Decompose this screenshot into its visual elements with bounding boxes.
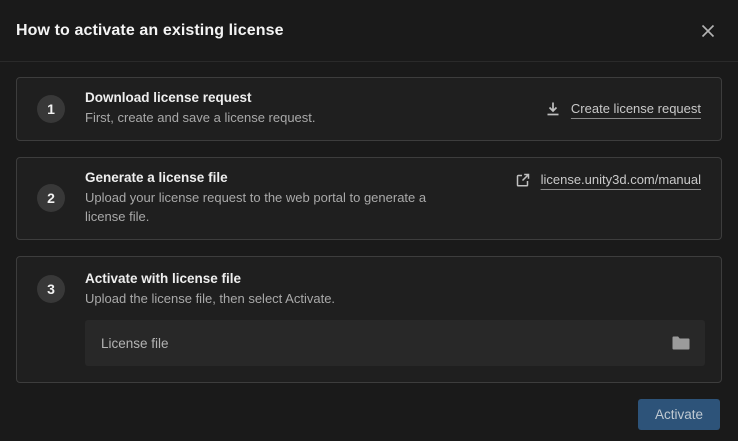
- license-file-placeholder: License file: [101, 336, 671, 351]
- license-portal-label: license.unity3d.com/manual: [541, 172, 701, 187]
- step-card-generate-file: 2 Generate a license file Upload your li…: [16, 157, 722, 240]
- dialog-body: 1 Download license request First, create…: [0, 62, 738, 399]
- close-button[interactable]: [696, 19, 720, 43]
- create-license-request-link[interactable]: Create license request: [545, 101, 701, 117]
- step-number-badge: 1: [37, 95, 65, 123]
- license-portal-link[interactable]: license.unity3d.com/manual: [515, 172, 701, 188]
- dialog-title: How to activate an existing license: [16, 22, 284, 40]
- step-card-download-request: 1 Download license request First, create…: [16, 77, 722, 141]
- step-number-badge: 2: [37, 184, 65, 212]
- activate-license-dialog: How to activate an existing license 1 Do…: [0, 0, 738, 441]
- step-title: Generate a license file: [85, 170, 467, 185]
- dialog-footer: Activate: [0, 399, 738, 441]
- step-title: Download license request: [85, 90, 316, 105]
- step-description: First, create and save a license request…: [85, 109, 316, 128]
- step-text: Download license request First, create a…: [85, 90, 316, 128]
- download-icon: [545, 101, 561, 117]
- dialog-header: How to activate an existing license: [0, 0, 738, 62]
- license-file-input[interactable]: License file: [85, 320, 705, 366]
- close-icon: [700, 23, 716, 39]
- step-description: Upload the license file, then select Act…: [85, 290, 335, 309]
- external-link-icon: [515, 172, 531, 188]
- step-row: 3 Activate with license file Upload the …: [37, 271, 705, 309]
- step-title: Activate with license file: [85, 271, 335, 286]
- step-description: Upload your license request to the web p…: [85, 189, 467, 227]
- step-text: Activate with license file Upload the li…: [85, 271, 335, 309]
- create-license-request-label: Create license request: [571, 101, 701, 116]
- step-number-badge: 3: [37, 275, 65, 303]
- step-card-activate: 3 Activate with license file Upload the …: [16, 256, 722, 384]
- activate-button[interactable]: Activate: [638, 399, 720, 430]
- folder-icon[interactable]: [671, 335, 691, 351]
- step-text: Generate a license file Upload your lice…: [85, 170, 467, 227]
